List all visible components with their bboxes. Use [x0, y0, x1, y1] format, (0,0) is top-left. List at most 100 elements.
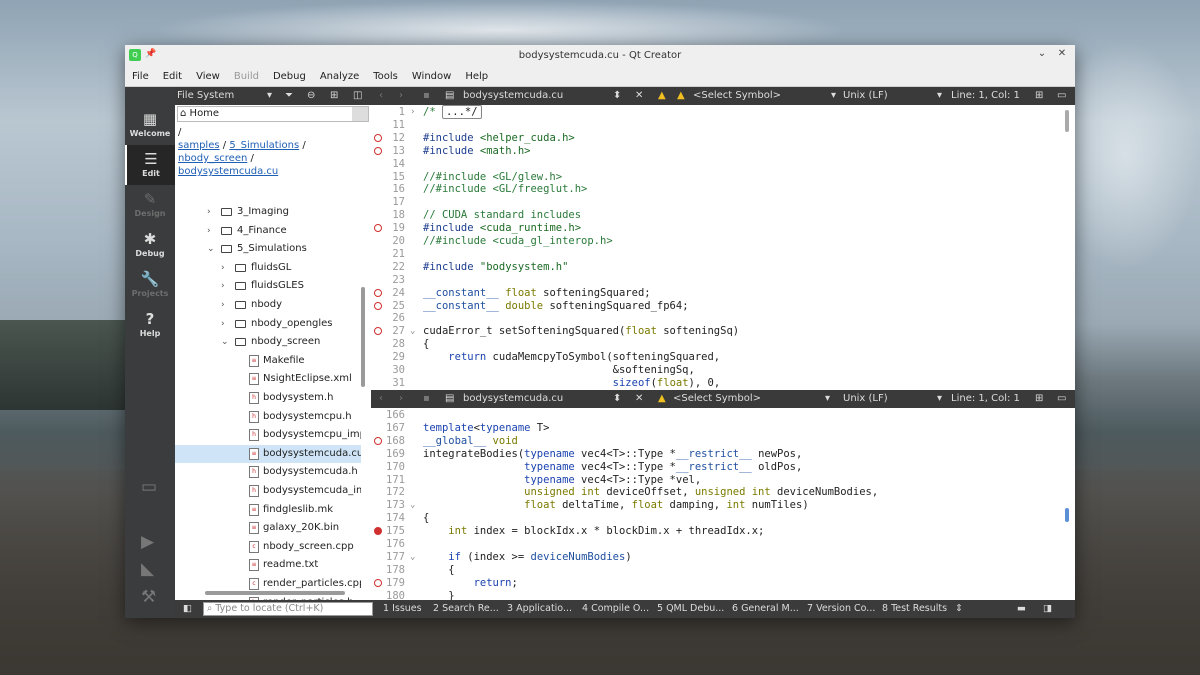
close-document-icon[interactable]: ✕	[635, 390, 643, 408]
locator-input[interactable]: ⌕ Type to locate (Ctrl+K)	[203, 602, 373, 616]
breakpoint-icon[interactable]	[374, 224, 382, 233]
symbol-selector[interactable]: <Select Symbol>	[673, 390, 761, 408]
filter-icon[interactable]: ⏷	[285, 87, 293, 105]
breadcrumb-5-simulations[interactable]: 5_Simulations	[229, 140, 299, 151]
warning-icon[interactable]: ▲	[658, 390, 666, 408]
tree-item[interactable]: ⌄ nbody_screen	[175, 333, 361, 351]
breakpoint-icon[interactable]	[374, 133, 382, 142]
close-pane-icon[interactable]: ◫	[353, 87, 362, 105]
toggle-right-sidebar-icon[interactable]: ◨	[1043, 600, 1052, 618]
debug-run-icon[interactable]: ◣	[141, 559, 154, 579]
tree-item[interactable]: › nbody	[175, 296, 361, 314]
tree-item[interactable]: ≡ NsightEclipse.xml	[175, 370, 361, 388]
split-icon[interactable]: ⊞	[1035, 390, 1043, 408]
menu-debug[interactable]: Debug	[266, 67, 313, 87]
pane-qml-debugger[interactable]: 5 QML Debu...	[657, 600, 724, 618]
pane-test-results[interactable]: 8 Test Results	[882, 600, 947, 618]
chevron-down-icon[interactable]: ▾	[267, 87, 272, 105]
cursor-position[interactable]: Line: 1, Col: 1	[951, 87, 1020, 105]
fold-icon[interactable]: ›	[410, 106, 415, 119]
chevron-down-icon[interactable]: ⬍	[613, 390, 621, 408]
menu-view[interactable]: View	[189, 67, 227, 87]
run-icon[interactable]: ▶	[141, 532, 154, 552]
breakpoint-icon[interactable]	[374, 146, 382, 155]
mode-welcome[interactable]: ▦ Welcome	[125, 105, 175, 145]
menu-analyze[interactable]: Analyze	[313, 67, 366, 87]
breakpoint-icon[interactable]	[374, 527, 382, 536]
breadcrumb-samples[interactable]: samples	[178, 140, 220, 151]
menu-help[interactable]: Help	[458, 67, 495, 87]
more-panes-icon[interactable]: ⇕	[955, 600, 963, 618]
link-icon[interactable]: ⊖	[307, 87, 315, 105]
menu-file[interactable]: File	[125, 67, 156, 87]
menu-build[interactable]: Build	[227, 67, 266, 87]
tree-item[interactable]: ≡ bodysystemcuda.cu	[175, 444, 361, 463]
breadcrumb-file[interactable]: bodysystemcuda.cu	[178, 166, 278, 177]
tree-item[interactable]: › 3_Imaging	[175, 207, 361, 221]
tree-item[interactable]: › nbody_opengles	[175, 315, 361, 333]
breakpoint-icon[interactable]	[374, 436, 382, 445]
breakpoint-icon[interactable]	[374, 301, 382, 310]
chevron-right-icon[interactable]: ›	[221, 315, 225, 333]
mode-projects[interactable]: 🔧 Projects	[125, 265, 175, 305]
tree-item[interactable]: h bodysystem.h	[175, 389, 361, 407]
back-icon[interactable]: ‹	[379, 87, 383, 105]
chevron-right-icon[interactable]: ›	[207, 222, 211, 240]
pane-application-output[interactable]: 3 Applicatio...	[507, 600, 572, 618]
mode-debug[interactable]: ✱ Debug	[125, 225, 175, 265]
breadcrumb-nbody-screen[interactable]: nbody_screen	[178, 153, 247, 164]
split-icon[interactable]: ⊞	[1035, 87, 1043, 105]
cursor-position[interactable]: Line: 1, Col: 1	[951, 390, 1020, 408]
view-selector[interactable]: File System	[177, 87, 234, 105]
menu-edit[interactable]: Edit	[156, 67, 189, 87]
line-ending-selector[interactable]: Unix (LF)	[843, 390, 888, 408]
tree-item[interactable]: c nbody_screen.cpp	[175, 538, 361, 556]
forward-icon[interactable]: ›	[399, 390, 403, 408]
progress-icon[interactable]: ▬	[1017, 600, 1026, 618]
warning-icon[interactable]: ▲	[658, 87, 666, 105]
monitor-icon[interactable]: ▭	[141, 477, 157, 497]
chevron-down-icon[interactable]	[352, 107, 368, 121]
pane-compile-output[interactable]: 4 Compile O...	[582, 600, 649, 618]
fold-icon[interactable]: ⌄	[410, 551, 415, 564]
tree-item[interactable]: h bodysystemcuda.h	[175, 463, 361, 481]
line-ending-selector[interactable]: Unix (LF)	[843, 87, 888, 105]
split-icon[interactable]: ⊞	[330, 87, 338, 105]
tree-item[interactable]: › fluidsGLES	[175, 277, 361, 295]
pane-search-results[interactable]: 2 Search Re...	[433, 600, 499, 618]
tree-item[interactable]: h bodysystemcuda_imp	[175, 482, 361, 500]
menu-window[interactable]: Window	[405, 67, 458, 87]
document-selector[interactable]: bodysystemcuda.cu	[463, 390, 563, 408]
tree-item[interactable]: › fluidsGL	[175, 259, 361, 277]
chevron-down-icon[interactable]: ▾	[937, 390, 942, 408]
pane-issues[interactable]: 1 Issues	[383, 600, 422, 618]
chevron-right-icon[interactable]: ›	[221, 296, 225, 314]
code-editor-top[interactable]: 1 ›/* ...*/11 12 #include <helper_cuda.h> 13…	[371, 105, 1075, 390]
minimize-icon[interactable]: ⌄	[1035, 48, 1049, 59]
close-split-icon[interactable]: ▭	[1057, 390, 1066, 408]
breakpoint-icon[interactable]	[374, 327, 382, 336]
symbol-selector[interactable]: <Select Symbol>	[693, 87, 781, 105]
tree-item[interactable]: ≡ readme.txt	[175, 556, 361, 574]
tree-scrollbar[interactable]	[361, 287, 365, 387]
tree-hscrollbar[interactable]	[205, 591, 345, 595]
chevron-right-icon[interactable]: ›	[221, 259, 225, 277]
fold-icon[interactable]: ⌄	[410, 325, 415, 338]
menu-tools[interactable]: Tools	[366, 67, 405, 87]
close-document-icon[interactable]: ✕	[635, 87, 643, 105]
mode-help[interactable]: ? Help	[125, 305, 175, 345]
tree-item[interactable]: ⌄ 5_Simulations	[175, 240, 361, 258]
chevron-down-icon[interactable]: ⌄	[207, 240, 215, 258]
code-editor-bottom[interactable]: 166 167 template<typename T> 168 __global__ …	[371, 408, 1075, 600]
pane-general-messages[interactable]: 6 General M...	[732, 600, 799, 618]
tree-item[interactable]: › 4_Finance	[175, 222, 361, 240]
toggle-sidebar-icon[interactable]: ◧	[183, 600, 192, 618]
build-icon[interactable]: ⚒	[141, 587, 156, 607]
chevron-down-icon[interactable]: ⌄	[221, 333, 229, 351]
fold-icon[interactable]: ⌄	[410, 499, 415, 512]
mode-design[interactable]: ✎ Design	[125, 185, 175, 225]
tree-item[interactable]: ≡ findgleslib.mk	[175, 501, 361, 519]
tree-item[interactable]: ≡ Makefile	[175, 352, 361, 370]
back-icon[interactable]: ‹	[379, 390, 383, 408]
chevron-down-icon[interactable]: ▾	[937, 87, 942, 105]
